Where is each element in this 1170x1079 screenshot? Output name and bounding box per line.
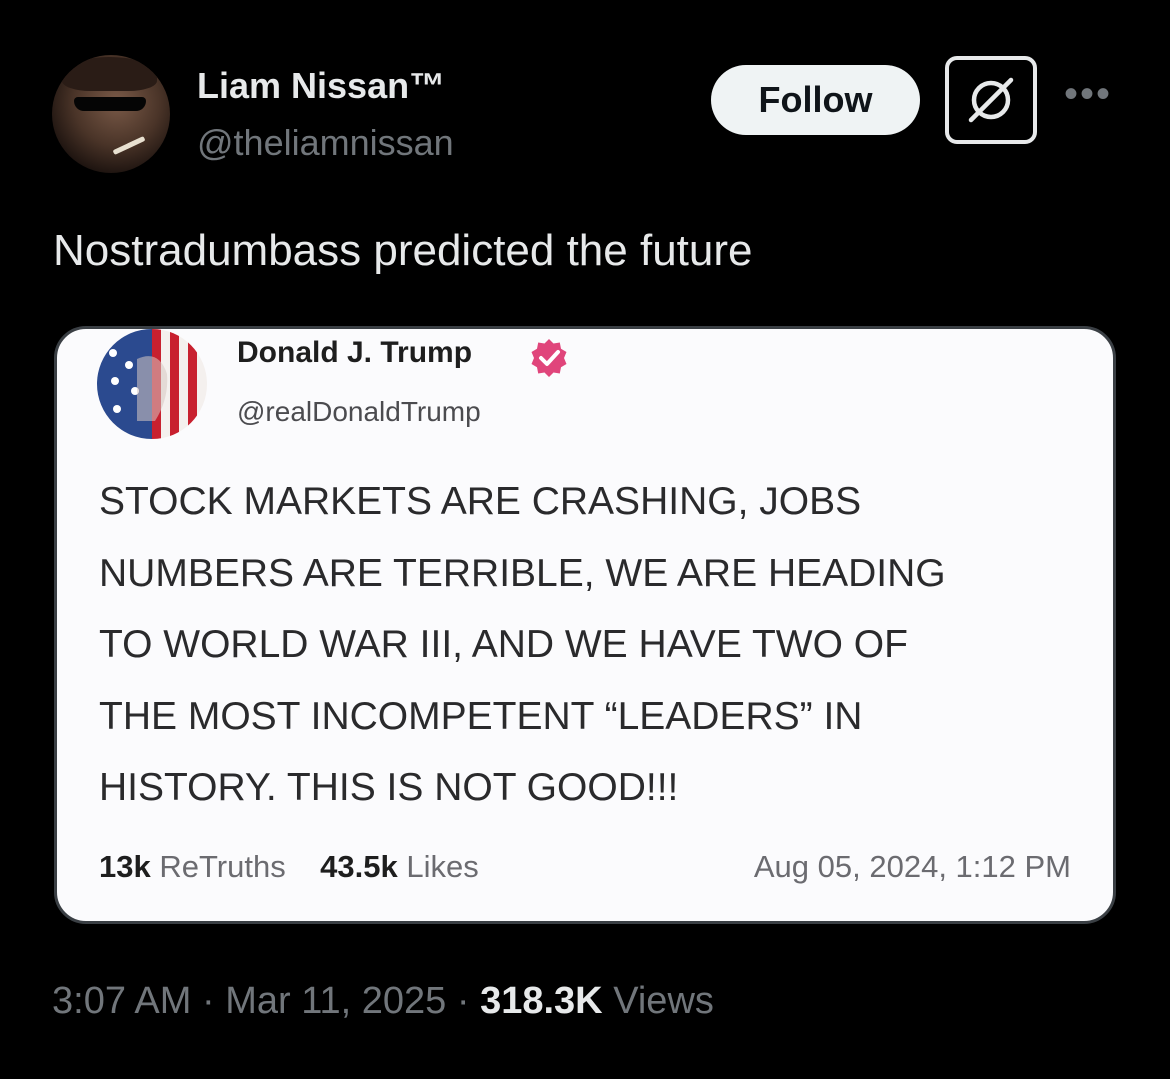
avatar-cigarette bbox=[112, 136, 146, 155]
retruths-count: 13k bbox=[99, 849, 151, 884]
quoted-date: Aug 05, 2024, 1:12 PM bbox=[753, 849, 1071, 884]
grok-button[interactable] bbox=[945, 56, 1037, 144]
avatar-sunglasses bbox=[74, 97, 146, 111]
tweet-text: Nostradumbass predicted the future bbox=[53, 226, 753, 275]
author-display-name[interactable]: Liam Nissan™ bbox=[197, 65, 445, 107]
quoted-image-card[interactable]: Donald J. Trump @realDonaldTrump STOCK M… bbox=[54, 326, 1116, 924]
views-count[interactable]: 318.3K bbox=[480, 980, 603, 1022]
meta-separator: · bbox=[456, 980, 470, 1022]
meta-separator: · bbox=[201, 980, 215, 1022]
more-options-icon[interactable]: ••• bbox=[1064, 72, 1112, 117]
views-label: Views bbox=[613, 980, 714, 1022]
quoted-handle: @realDonaldTrump bbox=[237, 396, 481, 427]
retruths-label: ReTruths bbox=[159, 849, 286, 884]
tweet-date[interactable]: Mar 11, 2025 bbox=[225, 980, 446, 1022]
author-handle[interactable]: @theliamnissan bbox=[197, 122, 454, 164]
quoted-name: Donald J. Trump bbox=[237, 336, 473, 369]
quoted-body-text: STOCK MARKETS ARE CRASHING, JOBS NUMBERS… bbox=[99, 480, 946, 809]
avatar-hair bbox=[62, 57, 157, 91]
likes-label: Likes bbox=[406, 849, 479, 884]
tweet-time[interactable]: 3:07 AM bbox=[52, 980, 191, 1022]
follow-button[interactable]: Follow bbox=[711, 65, 920, 135]
verified-badge-icon bbox=[531, 339, 567, 377]
author-avatar[interactable] bbox=[52, 55, 170, 173]
likes-count: 43.5k bbox=[320, 849, 398, 884]
tweet-meta: 3:07 AM · Mar 11, 2025 · 318.3K Views bbox=[52, 980, 714, 1023]
quoted-stats: 13k ReTruths 43.5k Likes bbox=[99, 849, 479, 885]
grok-icon bbox=[968, 77, 1014, 123]
quoted-avatar bbox=[97, 329, 207, 439]
